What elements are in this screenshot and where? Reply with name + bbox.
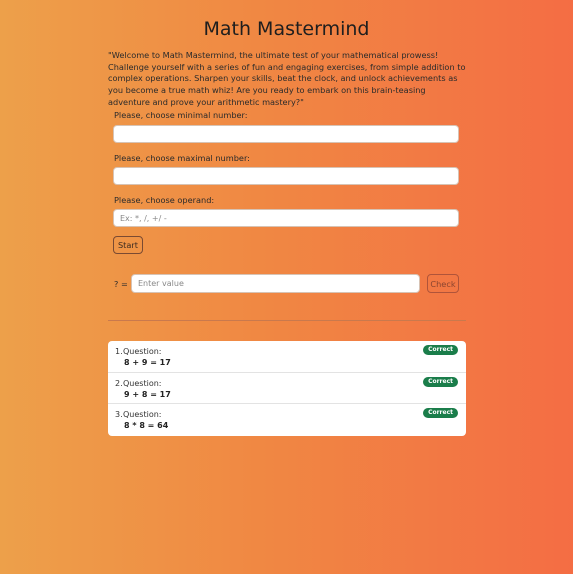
check-button[interactable]: Check bbox=[427, 274, 459, 293]
start-button[interactable]: Start bbox=[113, 236, 143, 254]
list-item: 3. Question: 8 * 8 = 64 Correct bbox=[108, 404, 466, 436]
page-title: Math Mastermind bbox=[203, 18, 370, 40]
result-label: Question: bbox=[123, 410, 162, 420]
question-prompt: ? = bbox=[114, 279, 128, 289]
status-badge: Correct bbox=[423, 408, 458, 419]
result-number: 1. bbox=[115, 347, 123, 356]
result-expression: 9 + 8 = 17 bbox=[124, 389, 171, 399]
result-expression: 8 + 9 = 17 bbox=[124, 358, 171, 367]
min-number-label: Please, choose minimal number: bbox=[114, 110, 248, 120]
max-number-input[interactable] bbox=[113, 167, 459, 185]
result-number: 3. bbox=[115, 410, 123, 420]
result-number: 2. bbox=[115, 378, 123, 388]
status-badge: Correct bbox=[423, 345, 458, 355]
result-label: Question: bbox=[123, 378, 162, 388]
max-number-label: Please, choose maximal number: bbox=[114, 153, 250, 163]
result-label: Question: bbox=[123, 347, 162, 356]
answer-input[interactable] bbox=[131, 274, 420, 293]
operand-label: Please, choose operand: bbox=[114, 195, 215, 205]
status-badge: Correct bbox=[423, 376, 458, 387]
results-list: 1. Question: 8 + 9 = 17 Correct 2. Quest… bbox=[108, 341, 466, 437]
operand-input[interactable] bbox=[113, 209, 459, 227]
result-expression: 8 * 8 = 64 bbox=[124, 421, 169, 431]
list-item: 1. Question: 8 + 9 = 17 Correct bbox=[108, 341, 466, 373]
list-item: 2. Question: 9 + 8 = 17 Correct bbox=[108, 373, 466, 405]
min-number-input[interactable] bbox=[113, 125, 459, 143]
intro-text: "Welcome to Math Mastermind, the ultimat… bbox=[108, 50, 466, 107]
divider bbox=[108, 320, 466, 321]
